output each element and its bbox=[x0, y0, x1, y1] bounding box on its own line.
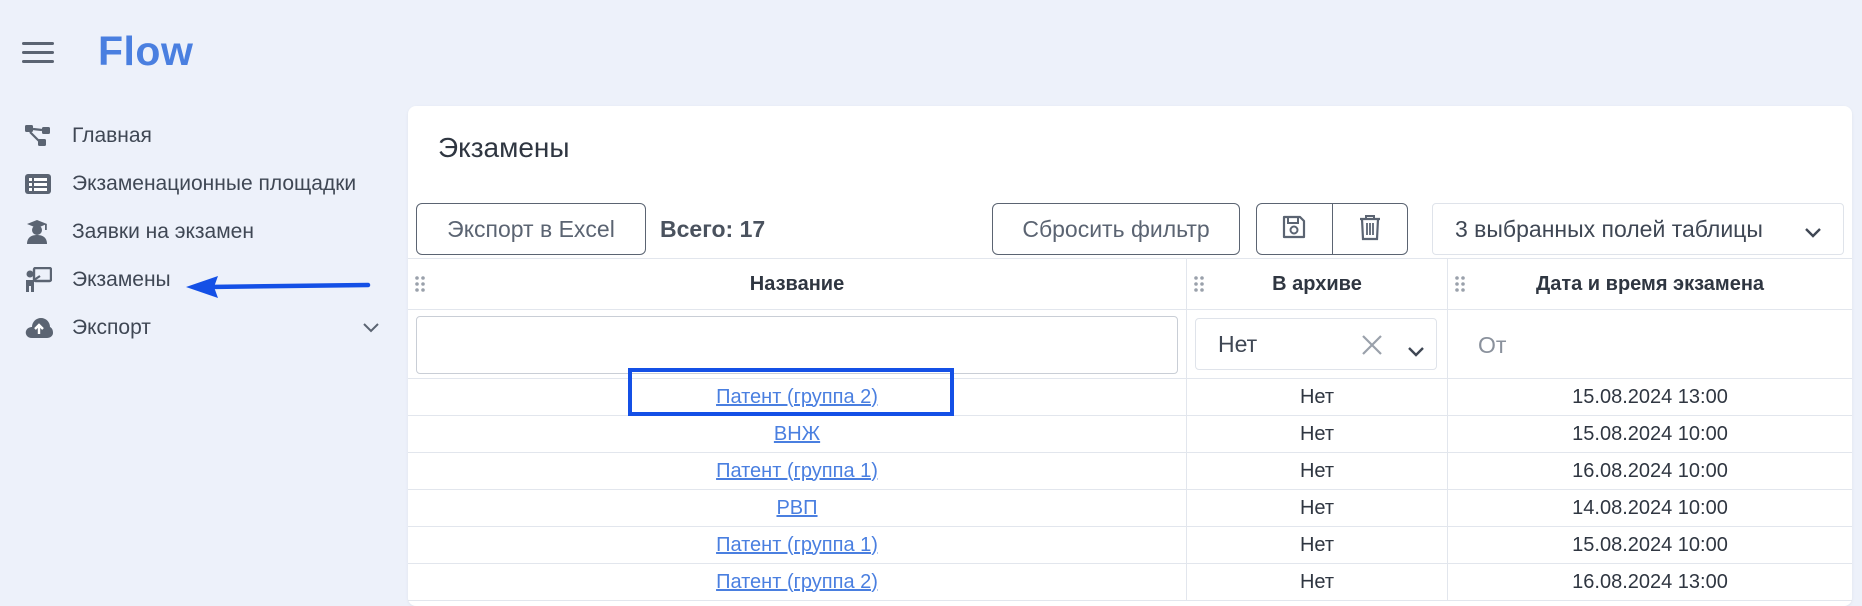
hamburger-menu-icon[interactable] bbox=[22, 42, 54, 64]
teacher-board-icon bbox=[24, 267, 54, 293]
save-button[interactable] bbox=[1257, 204, 1332, 254]
table-row: Патент (группа 2) Нет 16.08.2024 13:00 bbox=[408, 564, 1852, 601]
export-excel-button[interactable]: Экспорт в Excel bbox=[416, 203, 646, 255]
exam-name-link[interactable]: Патент (группа 1) bbox=[716, 460, 878, 483]
name-filter-input[interactable] bbox=[416, 316, 1178, 374]
sidebar-item-label: Экспорт bbox=[72, 316, 151, 339]
app-logo: Flow bbox=[98, 28, 194, 74]
exams-card: Экзамены Экспорт в Excel Всего: 17 Сброс… bbox=[408, 106, 1852, 606]
exam-name-link[interactable]: РВП bbox=[776, 497, 817, 520]
datetime-cell: 15.08.2024 13:00 bbox=[1572, 385, 1728, 408]
datetime-cell: 15.08.2024 10:00 bbox=[1572, 533, 1728, 556]
archive-filter-select[interactable]: Нет bbox=[1195, 318, 1437, 370]
archive-cell: Нет bbox=[1187, 416, 1448, 452]
datetime-cell: 16.08.2024 10:00 bbox=[1572, 459, 1728, 482]
column-header-name[interactable]: Название bbox=[408, 259, 1187, 309]
cloud-upload-icon bbox=[24, 315, 54, 341]
exam-name-link[interactable]: Патент (группа 1) bbox=[716, 534, 878, 557]
sidebar-item-exam-sites[interactable]: Экзаменационные площадки bbox=[0, 160, 400, 208]
sidebar-item-label: Заявки на экзамен bbox=[72, 220, 254, 243]
trash-icon bbox=[1358, 213, 1382, 246]
table-row: РВП Нет 14.08.2024 10:00 bbox=[408, 490, 1852, 527]
sidebar-item-label: Экзамены bbox=[72, 268, 171, 291]
drag-handle-icon[interactable] bbox=[1193, 275, 1205, 293]
chevron-down-icon bbox=[1803, 218, 1823, 245]
total-count: Всего: 17 bbox=[660, 216, 766, 242]
archive-filter-value: Нет bbox=[1218, 330, 1258, 357]
sidebar-item-home[interactable]: Главная bbox=[0, 112, 400, 160]
page-title: Экзамены bbox=[438, 132, 570, 163]
chevron-down-icon[interactable] bbox=[1406, 337, 1426, 364]
network-icon bbox=[24, 123, 54, 149]
list-icon bbox=[24, 171, 54, 197]
reset-filter-button[interactable]: Сбросить фильтр bbox=[992, 203, 1240, 255]
table-fields-label: 3 выбранных полей таблицы bbox=[1455, 215, 1763, 242]
table-row: ВНЖ Нет 15.08.2024 10:00 bbox=[408, 416, 1852, 453]
archive-filter-cell: Нет bbox=[1187, 310, 1448, 378]
datetime-cell: 14.08.2024 10:00 bbox=[1572, 496, 1728, 519]
column-header-label: Дата и время экзамена bbox=[1535, 272, 1765, 295]
archive-cell: Нет bbox=[1187, 379, 1448, 415]
graduate-icon bbox=[24, 219, 54, 245]
column-header-label: Название bbox=[749, 272, 845, 295]
table-row: Патент (группа 2) Нет 15.08.2024 13:00 bbox=[408, 379, 1852, 416]
drag-handle-icon[interactable] bbox=[414, 275, 426, 293]
date-filter-cell[interactable]: От bbox=[1448, 310, 1852, 378]
drag-handle-icon[interactable] bbox=[1454, 275, 1466, 293]
exams-table: Название В архиве Дата и время экзамена bbox=[408, 258, 1852, 601]
toolbar: Экспорт в Excel Всего: 17 Сбросить фильт… bbox=[408, 194, 1852, 258]
clear-icon[interactable] bbox=[1360, 333, 1384, 363]
filter-actions-group bbox=[1256, 203, 1408, 255]
archive-cell: Нет bbox=[1187, 564, 1448, 600]
column-header-datetime[interactable]: Дата и время экзамена bbox=[1448, 259, 1852, 309]
archive-cell: Нет bbox=[1187, 490, 1448, 526]
datetime-cell: 16.08.2024 13:00 bbox=[1572, 570, 1728, 593]
datetime-cell: 15.08.2024 10:00 bbox=[1572, 422, 1728, 445]
table-row: Патент (группа 1) Нет 15.08.2024 10:00 bbox=[408, 527, 1852, 564]
table-header-row: Название В архиве Дата и время экзамена bbox=[408, 259, 1852, 310]
annotation-highlight-box bbox=[628, 368, 954, 416]
sidebar-item-label: Главная bbox=[72, 124, 152, 147]
sidebar-item-exam-requests[interactable]: Заявки на экзамен bbox=[0, 208, 400, 256]
top-bar: Flow bbox=[0, 0, 400, 110]
column-header-archive[interactable]: В архиве bbox=[1187, 259, 1448, 309]
table-row: Патент (группа 1) Нет 16.08.2024 10:00 bbox=[408, 453, 1852, 490]
exam-name-link[interactable]: Патент (группа 2) bbox=[716, 571, 878, 594]
archive-cell: Нет bbox=[1187, 527, 1448, 563]
delete-button[interactable] bbox=[1331, 204, 1408, 254]
column-header-label: В архиве bbox=[1272, 272, 1362, 295]
save-icon bbox=[1281, 214, 1307, 245]
exam-name-link[interactable]: ВНЖ bbox=[774, 423, 820, 446]
chevron-down-icon[interactable] bbox=[362, 320, 380, 338]
sidebar-item-export[interactable]: Экспорт bbox=[0, 304, 400, 352]
date-from-placeholder: От bbox=[1478, 332, 1507, 358]
table-filter-row: Нет От bbox=[408, 310, 1852, 379]
archive-cell: Нет bbox=[1187, 453, 1448, 489]
sidebar: Главная Экзаменационные площадки Заявки … bbox=[0, 112, 400, 352]
table-fields-select[interactable]: 3 выбранных полей таблицы bbox=[1432, 203, 1844, 255]
sidebar-item-label: Экзаменационные площадки bbox=[72, 172, 357, 195]
annotation-arrow-icon bbox=[186, 276, 371, 298]
